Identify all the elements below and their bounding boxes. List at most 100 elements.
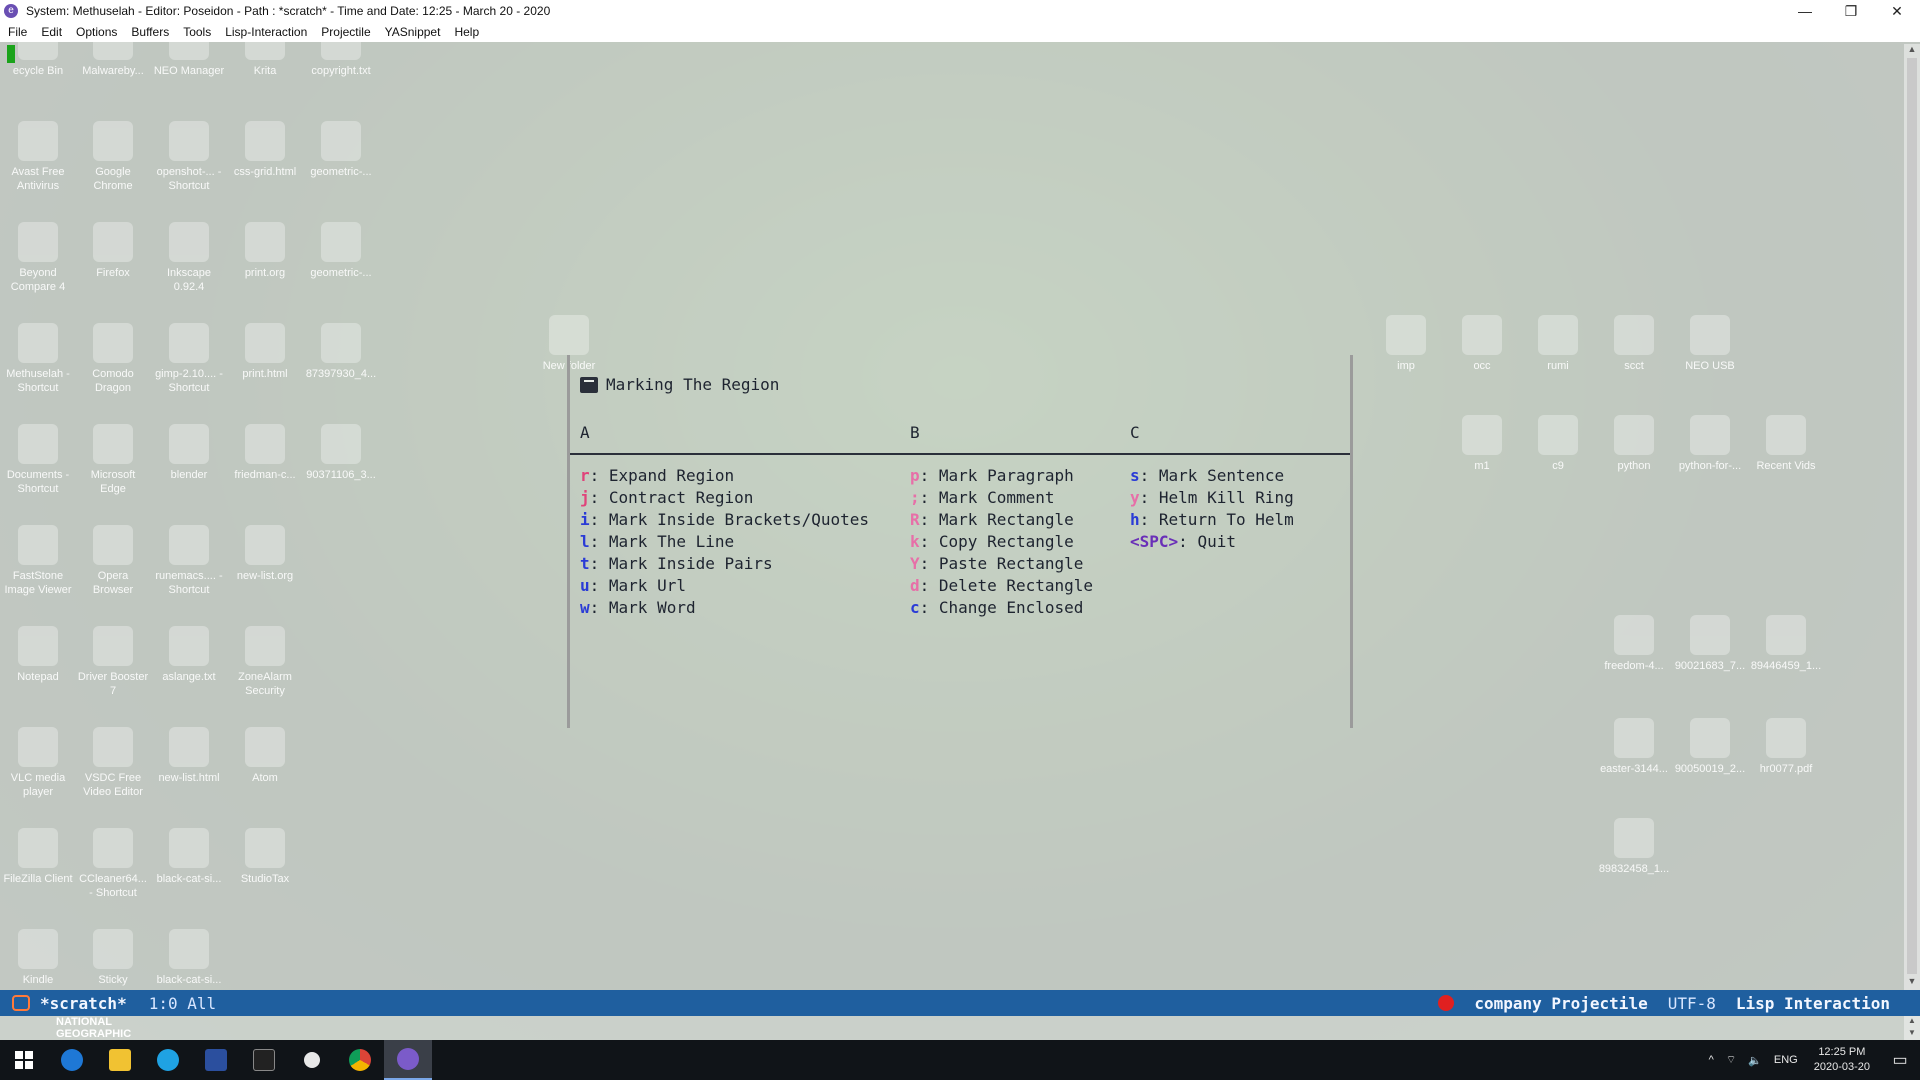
vertical-scrollbar[interactable]: ▲ ▼ bbox=[1904, 44, 1920, 990]
hydra-entry[interactable]: k: Copy Rectangle bbox=[910, 531, 1093, 553]
volume-icon[interactable]: 🔈 bbox=[1742, 1054, 1768, 1067]
desktop-icon[interactable]: black-cat-si... bbox=[153, 828, 225, 886]
desktop-icon[interactable]: FileZilla Client bbox=[2, 828, 74, 886]
hydra-entry[interactable]: r: Expand Region bbox=[580, 465, 869, 487]
desktop-icon[interactable]: Kindle bbox=[2, 929, 74, 987]
desktop-icon[interactable]: geometric-... bbox=[305, 222, 377, 280]
desktop-icon[interactable]: Driver Booster 7 bbox=[77, 626, 149, 698]
start-button[interactable] bbox=[0, 1040, 48, 1080]
desktop-icon[interactable]: 90371106_3... bbox=[305, 424, 377, 482]
desktop-icon[interactable]: Inkscape 0.92.4 bbox=[153, 222, 225, 294]
menu-buffers[interactable]: Buffers bbox=[124, 25, 176, 39]
desktop-icon[interactable]: Methuselah - Shortcut bbox=[2, 323, 74, 395]
desktop-icon[interactable]: new-list.org bbox=[229, 525, 301, 583]
minor-modes[interactable]: company Projectile bbox=[1474, 994, 1647, 1013]
desktop-icon[interactable]: 90021683_7... bbox=[1674, 615, 1746, 673]
hydra-entry[interactable]: c: Change Enclosed bbox=[910, 597, 1093, 619]
hydra-entry[interactable]: i: Mark Inside Brackets/Quotes bbox=[580, 509, 869, 531]
taskbar-media[interactable] bbox=[288, 1040, 336, 1080]
desktop-icon[interactable]: black-cat-si... bbox=[153, 929, 225, 987]
desktop-icon[interactable]: CCleaner64... - Shortcut bbox=[77, 828, 149, 900]
desktop-icon[interactable]: ZoneAlarm Security bbox=[229, 626, 301, 698]
scroll-up-arrow-icon[interactable]: ▲ bbox=[1904, 44, 1920, 58]
menu-options[interactable]: Options bbox=[69, 25, 124, 39]
hydra-entry[interactable]: u: Mark Url bbox=[580, 575, 869, 597]
desktop-icon[interactable]: css-grid.html bbox=[229, 121, 301, 179]
bug-icon[interactable] bbox=[1438, 995, 1455, 1011]
hydra-entry[interactable]: l: Mark The Line bbox=[580, 531, 869, 553]
desktop-icon[interactable]: Opera Browser bbox=[77, 525, 149, 597]
desktop-icon[interactable]: imp bbox=[1370, 315, 1442, 373]
network-icon[interactable]: ⌔ bbox=[1720, 1053, 1742, 1067]
hydra-entry[interactable]: ;: Mark Comment bbox=[910, 487, 1093, 509]
desktop-icon[interactable]: Beyond Compare 4 bbox=[2, 222, 74, 294]
hydra-entry[interactable]: y: Helm Kill Ring bbox=[1130, 487, 1294, 509]
hydra-entry[interactable]: <SPC>: Quit bbox=[1130, 531, 1294, 553]
desktop-icon[interactable]: gimp-2.10.... - Shortcut bbox=[153, 323, 225, 395]
taskbar-edge[interactable] bbox=[48, 1040, 96, 1080]
taskbar-chrome[interactable] bbox=[336, 1040, 384, 1080]
desktop-icon[interactable]: print.html bbox=[229, 323, 301, 381]
desktop-icon[interactable]: Sticky bbox=[77, 929, 149, 987]
desktop-icon[interactable]: Documents - Shortcut bbox=[2, 424, 74, 496]
desktop-icon[interactable]: friedman-c... bbox=[229, 424, 301, 482]
minibuffer-area[interactable] bbox=[0, 1016, 1920, 1040]
desktop-icon[interactable]: hr0077.pdf bbox=[1750, 718, 1822, 776]
scroll-down-arrow-icon[interactable]: ▼ bbox=[1904, 976, 1920, 990]
desktop-icon[interactable]: runemacs.... - Shortcut bbox=[153, 525, 225, 597]
desktop-icon[interactable]: scct bbox=[1598, 315, 1670, 373]
desktop-icon[interactable]: 87397930_4... bbox=[305, 323, 377, 381]
desktop-icon[interactable]: Atom bbox=[229, 727, 301, 785]
taskbar-emacs[interactable] bbox=[384, 1040, 432, 1080]
encoding[interactable]: UTF-8 bbox=[1668, 994, 1716, 1013]
major-mode[interactable]: Lisp Interaction bbox=[1736, 994, 1890, 1013]
hydra-entry[interactable]: t: Mark Inside Pairs bbox=[580, 553, 869, 575]
desktop-icon[interactable]: aslange.txt bbox=[153, 626, 225, 684]
minibuffer-scrollbar[interactable]: ▲ ▼ bbox=[1904, 1016, 1920, 1040]
menu-tools[interactable]: Tools bbox=[176, 25, 218, 39]
desktop-icon[interactable]: easter-3144... bbox=[1598, 718, 1670, 776]
desktop-icon[interactable]: FastStone Image Viewer bbox=[2, 525, 74, 597]
menu-yasnippet[interactable]: YASnippet bbox=[378, 25, 448, 39]
hydra-entry[interactable]: h: Return To Helm bbox=[1130, 509, 1294, 531]
hydra-entry[interactable]: j: Contract Region bbox=[580, 487, 869, 509]
desktop-icon[interactable]: StudioTax bbox=[229, 828, 301, 886]
desktop-icon[interactable]: Avast Free Antivirus bbox=[2, 121, 74, 193]
desktop-icon[interactable]: Comodo Dragon bbox=[77, 323, 149, 395]
menu-lisp-interaction[interactable]: Lisp-Interaction bbox=[218, 25, 314, 39]
desktop-icon[interactable]: print.org bbox=[229, 222, 301, 280]
desktop-icon[interactable]: c9 bbox=[1522, 415, 1594, 473]
hydra-entry[interactable]: R: Mark Rectangle bbox=[910, 509, 1093, 531]
desktop-icon[interactable]: Firefox bbox=[77, 222, 149, 280]
menu-file[interactable]: File bbox=[0, 25, 34, 39]
restore-button[interactable]: ❐ bbox=[1828, 0, 1874, 22]
scrollbar-thumb[interactable] bbox=[1907, 58, 1917, 974]
menu-projectile[interactable]: Projectile bbox=[314, 25, 377, 39]
taskbar-skype[interactable] bbox=[144, 1040, 192, 1080]
desktop-icon[interactable]: openshot-... - Shortcut bbox=[153, 121, 225, 193]
taskbar-terminal[interactable] bbox=[240, 1040, 288, 1080]
desktop-icon[interactable]: python bbox=[1598, 415, 1670, 473]
desktop-icon[interactable]: NEO USB bbox=[1674, 315, 1746, 373]
desktop-icon[interactable]: python-for-... bbox=[1674, 415, 1746, 473]
desktop-icon[interactable]: freedom-4... bbox=[1598, 615, 1670, 673]
language-indicator[interactable]: ENG bbox=[1768, 1054, 1804, 1066]
desktop-icon[interactable]: 89446459_1... bbox=[1750, 615, 1822, 673]
close-button[interactable]: ✕ bbox=[1874, 0, 1920, 22]
minibuffer-scroll-up-icon[interactable]: ▲ bbox=[1904, 1016, 1920, 1028]
hydra-entry[interactable]: Y: Paste Rectangle bbox=[910, 553, 1093, 575]
menu-edit[interactable]: Edit bbox=[34, 25, 69, 39]
desktop-icon[interactable]: rumi bbox=[1522, 315, 1594, 373]
desktop-icon[interactable]: new-list.html bbox=[153, 727, 225, 785]
hydra-entry[interactable]: w: Mark Word bbox=[580, 597, 869, 619]
desktop-icon[interactable]: geometric-... bbox=[305, 121, 377, 179]
hydra-entry[interactable]: p: Mark Paragraph bbox=[910, 465, 1093, 487]
desktop-icon[interactable]: VSDC Free Video Editor bbox=[77, 727, 149, 799]
taskbar-powershell[interactable] bbox=[192, 1040, 240, 1080]
desktop-icon[interactable]: occ bbox=[1446, 315, 1518, 373]
notifications-icon[interactable]: ▭ bbox=[1880, 1040, 1920, 1080]
minimize-button[interactable]: — bbox=[1782, 0, 1828, 22]
desktop-icon[interactable]: VLC media player bbox=[2, 727, 74, 799]
minibuffer-scroll-down-icon[interactable]: ▼ bbox=[1904, 1028, 1920, 1040]
desktop-icon[interactable]: Recent Vids bbox=[1750, 415, 1822, 473]
